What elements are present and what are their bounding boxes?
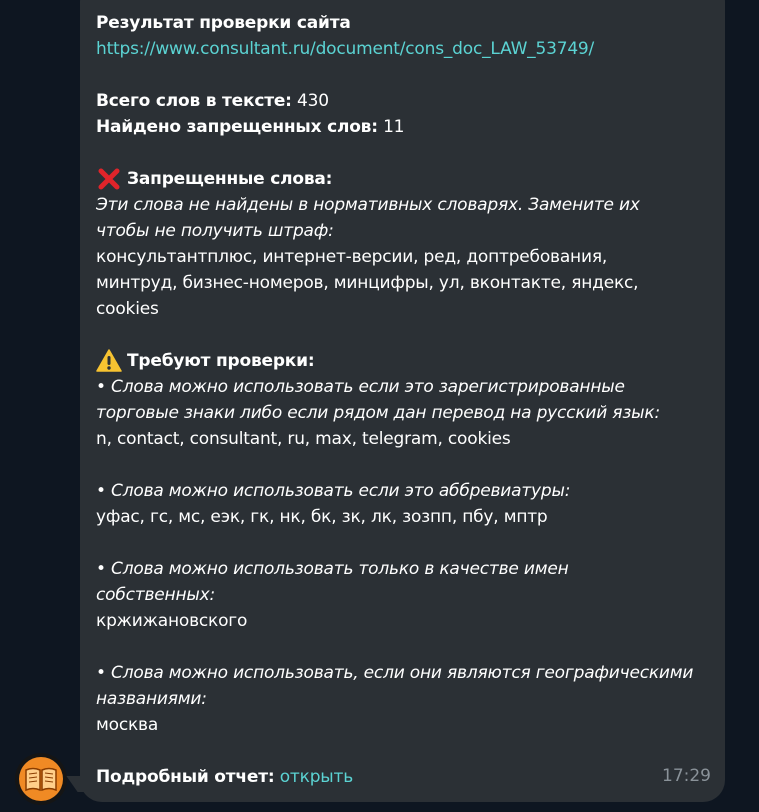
report-row: Подробный отчет: открыть xyxy=(96,764,709,790)
forbidden-words-line2: минтруд, бизнес-номеров, минцифры, ул, в… xyxy=(96,273,639,293)
open-book-icon xyxy=(19,757,63,801)
trademark-note-line2: торговые знаки либо если рядом дан перев… xyxy=(96,403,660,423)
abbr-words: уфас, гс, мс, еэк, гк, нк, бк, зк, лк, з… xyxy=(96,507,548,527)
proper-words: кржижановского xyxy=(96,611,248,631)
warning-icon xyxy=(96,348,122,374)
forbidden-count-row: Найдено запрещенных слов: 11 xyxy=(96,114,709,140)
forbidden-count-label: Найдено запрещенных слов: xyxy=(96,117,378,137)
total-words-row: Всего слов в тексте: 430 xyxy=(96,88,709,114)
forbidden-section-title-row: Запрещенные слова: xyxy=(96,166,709,192)
forbidden-count-value: 11 xyxy=(383,117,405,137)
message-bubble[interactable]: Результат проверки сайта https://www.con… xyxy=(80,0,725,802)
forbidden-note-line1: Эти слова не найдены в нормативных слова… xyxy=(96,195,640,215)
message-timestamp: 17:29 xyxy=(662,766,711,786)
cross-mark-icon xyxy=(96,166,122,192)
forbidden-section-title: Запрещенные слова: xyxy=(127,169,333,189)
total-words-label: Всего слов в тексте: xyxy=(96,91,292,111)
abbr-note: • Слова можно использовать если это аббр… xyxy=(96,481,571,501)
site-url-link[interactable]: https://www.consultant.ru/document/cons_… xyxy=(96,36,709,62)
review-section-title-row: Требуют проверки: xyxy=(96,348,709,374)
geo-note-line1: • Слова можно использовать, если они явл… xyxy=(96,663,694,683)
message-text: Результат проверки сайта https://www.con… xyxy=(96,10,709,790)
forbidden-note-line2: чтобы не получить штраф: xyxy=(96,221,334,241)
review-section-title: Требуют проверки: xyxy=(127,351,315,371)
proper-note-line2: собственных: xyxy=(96,585,215,605)
bot-avatar[interactable] xyxy=(15,753,67,805)
geo-words: москва xyxy=(96,715,159,735)
total-words-value: 430 xyxy=(297,91,329,111)
trademark-note-line1: • Слова можно использовать если это заре… xyxy=(96,377,625,397)
forbidden-words-line3: cookies xyxy=(96,299,159,319)
forbidden-words-line1: консультантплюс, интернет-версии, ред, д… xyxy=(96,247,608,267)
trademark-words: n, contact, consultant, ru, max, telegra… xyxy=(96,429,511,449)
report-label: Подробный отчет: xyxy=(96,767,275,787)
report-open-link[interactable]: открыть xyxy=(280,767,354,787)
message-header: Результат проверки сайта xyxy=(96,13,351,33)
geo-note-line2: названиями: xyxy=(96,689,207,709)
proper-note-line1: • Слова можно использовать только в каче… xyxy=(96,559,569,579)
